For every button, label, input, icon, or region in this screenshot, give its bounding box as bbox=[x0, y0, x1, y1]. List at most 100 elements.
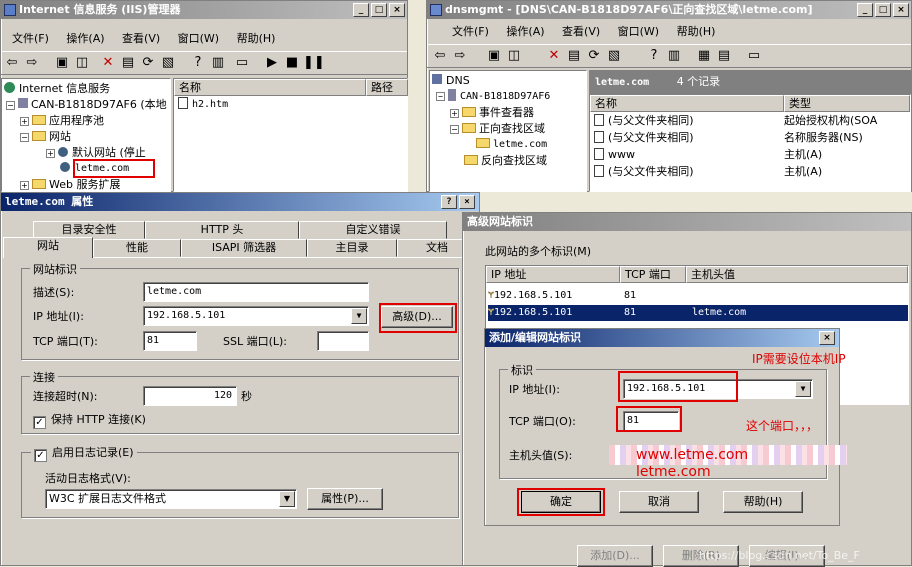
tcp-port-input[interactable]: 81 bbox=[143, 331, 197, 351]
dropdown-arrow-icon[interactable]: ▼ bbox=[279, 491, 295, 507]
enable-logging-checkbox[interactable]: ✓ 启用日志记录(E) bbox=[31, 446, 137, 462]
dns-record-row[interactable]: (与父文件夹相同) 名称服务器(NS) bbox=[594, 130, 908, 146]
iis-col-name[interactable]: 名称 bbox=[174, 79, 366, 96]
play-icon[interactable]: ▶ bbox=[263, 55, 281, 71]
dns-record-row[interactable]: www 主机(A) bbox=[594, 147, 908, 163]
checkbox-checked-icon[interactable]: ✓ bbox=[34, 449, 47, 462]
forward-arrow-icon[interactable]: ⇨ bbox=[451, 48, 469, 64]
dns-menu-window[interactable]: 窗口(W) bbox=[611, 25, 666, 38]
dns-menu-action[interactable]: 操作(A) bbox=[499, 25, 551, 38]
iis-menu-help[interactable]: 帮助(H) bbox=[230, 32, 283, 45]
expand-icon[interactable]: + bbox=[450, 109, 459, 118]
tab-custom-errors[interactable]: 自定义错误 bbox=[299, 221, 447, 239]
dns-tree-forward[interactable]: − 正向查找区域 bbox=[450, 121, 545, 137]
dns-tree-reverse[interactable]: 反向查找区域 bbox=[464, 153, 547, 169]
props-title-bar[interactable]: letme.com 属性 ? × bbox=[1, 193, 479, 211]
iis-minimize-button[interactable]: _ bbox=[353, 3, 369, 17]
keepalive-checkbox[interactable]: ✓ 保持 HTTP 连接(K) bbox=[33, 413, 146, 429]
dns-record-row[interactable]: (与父文件夹相同) 起始授权机构(SOA bbox=[594, 113, 908, 129]
dns-tree-server[interactable]: − CAN-B1818D97AF6 bbox=[436, 89, 550, 105]
tab-performance[interactable]: 性能 bbox=[93, 239, 181, 257]
iis-menu-window[interactable]: 窗口(W) bbox=[171, 32, 226, 45]
iis-close-button[interactable]: × bbox=[389, 3, 405, 17]
iis-col-path[interactable]: 路径 bbox=[366, 79, 408, 96]
show-tree-icon[interactable]: ◫ bbox=[505, 48, 523, 64]
forward-arrow-icon[interactable]: ⇨ bbox=[23, 55, 41, 71]
ssl-port-input[interactable] bbox=[317, 331, 369, 351]
props-help-button[interactable]: ? bbox=[441, 195, 457, 209]
server-icon[interactable]: ▭ bbox=[745, 48, 763, 64]
back-arrow-icon[interactable]: ⇦ bbox=[431, 48, 449, 64]
dropdown-arrow-icon[interactable]: ▼ bbox=[795, 381, 811, 397]
dns-maximize-button[interactable]: □ bbox=[875, 3, 891, 17]
ip-address-select[interactable]: 192.168.5.101 ▼ bbox=[143, 306, 369, 326]
iis-tree-root[interactable]: Internet 信息服务 bbox=[4, 81, 110, 97]
stop-icon[interactable]: ■ bbox=[283, 55, 301, 71]
properties-icon[interactable]: ▤ bbox=[119, 55, 137, 71]
up-folder-icon[interactable]: ▣ bbox=[485, 48, 503, 64]
adv-title-bar[interactable]: 高级网站标识 bbox=[463, 213, 911, 231]
collapse-icon[interactable]: − bbox=[436, 92, 445, 101]
refresh-icon[interactable]: ⟳ bbox=[585, 48, 603, 64]
expand-icon[interactable]: + bbox=[20, 117, 29, 126]
console-icon[interactable]: ▥ bbox=[209, 55, 227, 71]
iis-file-item[interactable]: h2.htm bbox=[178, 97, 228, 113]
console-icon[interactable]: ▥ bbox=[665, 48, 683, 64]
dns-col-type[interactable]: 类型 bbox=[784, 95, 910, 112]
edit-close-button[interactable]: × bbox=[819, 331, 835, 345]
dns-minimize-button[interactable]: _ bbox=[857, 3, 873, 17]
properties-icon[interactable]: ▤ bbox=[565, 48, 583, 64]
export-icon[interactable]: ▧ bbox=[159, 55, 177, 71]
props-close-button[interactable]: × bbox=[459, 195, 475, 209]
tab-http-headers[interactable]: HTTP 头 bbox=[145, 221, 299, 239]
help-icon[interactable]: ? bbox=[645, 48, 663, 64]
log-format-select[interactable]: W3C 扩展日志文件格式 ▼ bbox=[45, 489, 297, 509]
dropdown-arrow-icon[interactable]: ▼ bbox=[351, 308, 367, 324]
iis-tree-apppools[interactable]: + 应用程序池 bbox=[20, 113, 104, 129]
dns-tree-eventviewer[interactable]: + 事件查看器 bbox=[450, 105, 534, 121]
iis-title-bar[interactable]: Internet 信息服务 (IIS)管理器 _ □ × bbox=[1, 1, 407, 19]
collapse-icon[interactable]: − bbox=[20, 133, 29, 142]
adv-identity-row-selected[interactable]: Ɏ192.168.5.101 81 letme.com bbox=[488, 305, 908, 321]
iis-tree-server[interactable]: − CAN-B1818D97AF6 (本地 bbox=[6, 97, 167, 113]
checkbox-checked-icon[interactable]: ✓ bbox=[33, 416, 46, 429]
dns-tree-root[interactable]: DNS bbox=[432, 73, 470, 89]
dns-menu-view[interactable]: 查看(V) bbox=[555, 25, 607, 38]
iis-menu-action[interactable]: 操作(A) bbox=[59, 32, 111, 45]
iis-menu-file[interactable]: 文件(F) bbox=[5, 32, 56, 45]
collapse-icon[interactable]: − bbox=[6, 101, 15, 110]
adv-col-host[interactable]: 主机头值 bbox=[686, 266, 908, 283]
export-icon[interactable]: ▧ bbox=[605, 48, 623, 64]
tab-home-directory[interactable]: 主目录 bbox=[307, 239, 397, 257]
up-folder-icon[interactable]: ▣ bbox=[53, 55, 71, 71]
pause-icon[interactable]: ❚❚ bbox=[303, 55, 325, 71]
description-input[interactable]: letme.com bbox=[143, 282, 369, 302]
help-icon[interactable]: ? bbox=[189, 55, 207, 71]
edit-help-button[interactable]: 帮助(H) bbox=[723, 491, 803, 513]
dns-title-bar[interactable]: dnsmgmt - [DNS\CAN-B1818D97AF6\正向查找区域\le… bbox=[427, 1, 911, 19]
expand-icon[interactable]: + bbox=[20, 181, 29, 190]
dns-col-name[interactable]: 名称 bbox=[590, 95, 784, 112]
dns-close-button[interactable]: × bbox=[893, 3, 909, 17]
dns-record-row[interactable]: (与父文件夹相同) 主机(A) bbox=[594, 164, 908, 180]
timeout-input[interactable]: 120 bbox=[143, 386, 237, 406]
tab-isapi-filters[interactable]: ISAPI 筛选器 bbox=[181, 239, 307, 257]
list-icon[interactable]: ▦ bbox=[695, 48, 713, 64]
show-tree-icon[interactable]: ◫ bbox=[73, 55, 91, 71]
collapse-icon[interactable]: − bbox=[450, 125, 459, 134]
dns-menu-file[interactable]: 文件(F) bbox=[445, 25, 496, 38]
back-arrow-icon[interactable]: ⇦ bbox=[3, 55, 21, 71]
adv-col-port[interactable]: TCP 端口 bbox=[620, 266, 686, 283]
expand-icon[interactable]: + bbox=[46, 149, 55, 158]
adv-col-ip[interactable]: IP 地址 bbox=[486, 266, 620, 283]
computer-icon[interactable]: ▭ bbox=[233, 55, 251, 71]
dns-menu-help[interactable]: 帮助(H) bbox=[670, 25, 723, 38]
log-properties-button[interactable]: 属性(P)... bbox=[307, 488, 383, 510]
edit-title-bar[interactable]: 添加/编辑网站标识 × bbox=[485, 329, 839, 347]
iis-tree-web-ext[interactable]: + Web 服务扩展 bbox=[20, 177, 120, 193]
edit-cancel-button[interactable]: 取消 bbox=[619, 491, 699, 513]
filter-icon[interactable]: ▤ bbox=[715, 48, 733, 64]
delete-icon[interactable]: ✕ bbox=[545, 48, 563, 64]
adv-add-button[interactable]: 添加(D)... bbox=[577, 545, 653, 567]
adv-identity-row[interactable]: Ɏ192.168.5.101 81 bbox=[488, 288, 908, 304]
